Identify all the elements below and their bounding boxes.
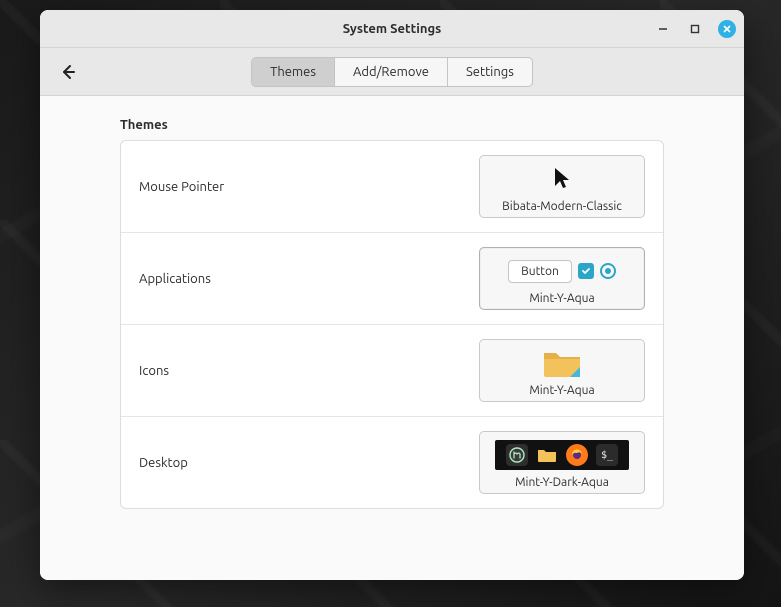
mint-logo-icon bbox=[506, 444, 528, 466]
tab-settings[interactable]: Settings bbox=[448, 58, 532, 86]
desktop-selector[interactable]: $_ Mint-Y-Dark-Aqua bbox=[479, 431, 645, 494]
themes-list: Mouse Pointer Bibata-Modern-Classic Appl… bbox=[120, 140, 664, 509]
arrow-left-icon bbox=[59, 63, 77, 81]
folder-tray-icon bbox=[536, 444, 558, 466]
cursor-preview bbox=[488, 162, 636, 196]
window-title: System Settings bbox=[343, 22, 442, 36]
terminal-tray-icon: $_ bbox=[596, 444, 618, 466]
row-icons: Icons Mint-Y-Aqua bbox=[121, 325, 663, 417]
desktop-preview: $_ bbox=[488, 438, 636, 472]
applications-selector[interactable]: Button Mint-Y-Aqua bbox=[479, 247, 645, 310]
preview-button-chip: Button bbox=[508, 260, 572, 283]
folder-preview bbox=[488, 346, 636, 380]
panel-preview: $_ bbox=[495, 440, 629, 470]
row-applications: Applications Button Mint-Y-Aqua bbox=[121, 233, 663, 325]
selector-caption: Mint-Y-Aqua bbox=[529, 292, 594, 305]
row-mouse-pointer: Mouse Pointer Bibata-Modern-Classic bbox=[121, 141, 663, 233]
tab-group: Themes Add/Remove Settings bbox=[251, 57, 533, 87]
folder-icon bbox=[542, 347, 582, 379]
selector-caption: Mint-Y-Dark-Aqua bbox=[515, 476, 609, 489]
section-heading: Themes bbox=[120, 118, 664, 132]
titlebar: System Settings bbox=[40, 10, 744, 48]
back-button[interactable] bbox=[54, 58, 82, 86]
mouse-pointer-selector[interactable]: Bibata-Modern-Classic bbox=[479, 155, 645, 218]
selector-caption: Bibata-Modern-Classic bbox=[502, 200, 622, 213]
cursor-icon bbox=[551, 166, 573, 192]
maximize-icon bbox=[690, 24, 700, 34]
radio-icon bbox=[600, 263, 616, 279]
toolbar: Themes Add/Remove Settings bbox=[40, 48, 744, 96]
minimize-button[interactable] bbox=[654, 20, 672, 38]
tab-themes[interactable]: Themes bbox=[252, 58, 335, 86]
content-area: Themes Mouse Pointer Bibata-Modern-Class… bbox=[40, 96, 744, 580]
checkbox-icon bbox=[578, 263, 594, 279]
close-icon bbox=[722, 24, 732, 34]
row-label: Mouse Pointer bbox=[139, 180, 224, 194]
tab-add-remove[interactable]: Add/Remove bbox=[335, 58, 448, 86]
row-label: Desktop bbox=[139, 456, 188, 470]
icons-selector[interactable]: Mint-Y-Aqua bbox=[479, 339, 645, 402]
applications-preview: Button bbox=[488, 254, 636, 288]
minimize-icon bbox=[658, 24, 668, 34]
row-desktop: Desktop $_ bbox=[121, 417, 663, 508]
row-label: Icons bbox=[139, 364, 169, 378]
row-label: Applications bbox=[139, 272, 211, 286]
maximize-button[interactable] bbox=[686, 20, 704, 38]
close-button[interactable] bbox=[718, 20, 736, 38]
firefox-tray-icon bbox=[566, 444, 588, 466]
selector-caption: Mint-Y-Aqua bbox=[529, 384, 594, 397]
window-controls bbox=[654, 10, 736, 47]
settings-window: System Settings Themes Add/Remove Settin… bbox=[40, 10, 744, 580]
